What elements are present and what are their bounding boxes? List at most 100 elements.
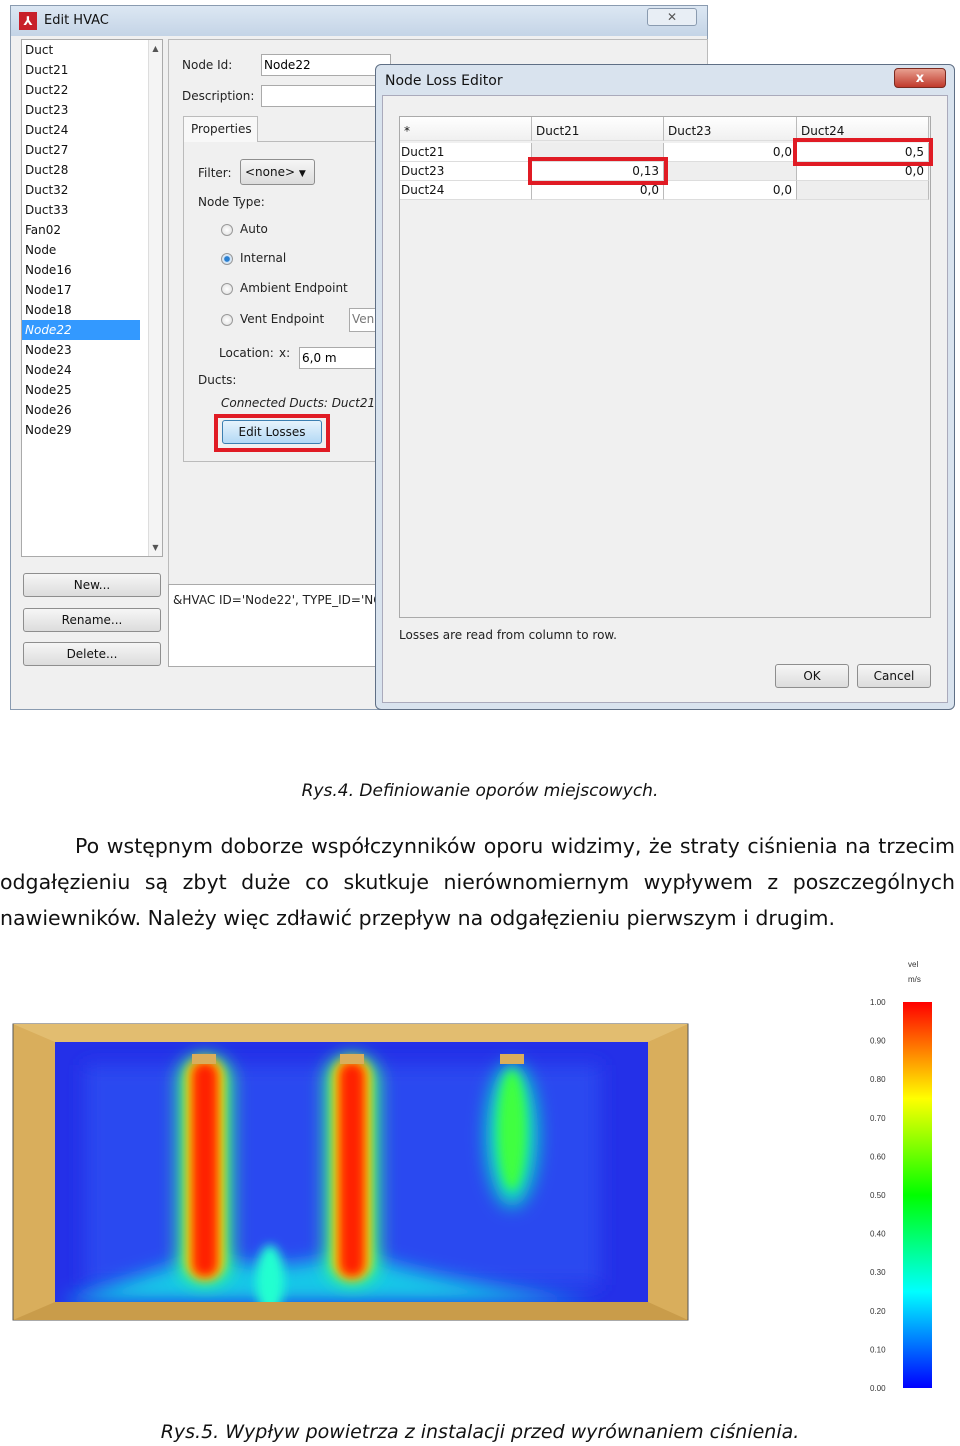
chevron-down-icon: ▼	[298, 169, 306, 179]
row-header: Duct24	[400, 181, 532, 200]
list-item[interactable]: Duct32	[22, 180, 140, 200]
table-cell[interactable]: 0,0	[664, 143, 797, 162]
vent-2	[340, 1054, 364, 1064]
paragraph-text: Po wstępnym doborze współczynników oporu…	[0, 834, 955, 930]
jet-3	[486, 1063, 538, 1207]
list-item[interactable]: Node16	[22, 260, 140, 280]
radio-auto[interactable]	[221, 224, 233, 236]
table-cell-disabled[interactable]	[797, 181, 929, 200]
colorbar-tick-label: 0.40	[870, 1230, 886, 1239]
ok-button[interactable]: OK	[775, 664, 849, 688]
colorbar-tick-label: 0.00	[870, 1384, 886, 1393]
list-item[interactable]: Duct23	[22, 100, 140, 120]
list-item[interactable]: Node29	[22, 420, 140, 440]
list-item[interactable]: Duct28	[22, 160, 140, 180]
location-x-label: x:	[279, 346, 291, 360]
colorbar-tick-label: 1.00	[870, 998, 886, 1007]
node-loss-editor-dialog: Node Loss Editor x * Duct21 Duct23 Duct24 Du…	[375, 64, 955, 710]
list-item[interactable]: Node25	[22, 380, 140, 400]
radio-label: Internal	[240, 251, 287, 265]
title-bar: ⅄ Edit HVAC ✕	[11, 6, 707, 36]
list-item[interactable]: Duct27	[22, 140, 140, 160]
description-label: Description:	[182, 89, 255, 103]
filter-value: <none>	[245, 165, 296, 179]
node-id-label: Node Id:	[182, 58, 233, 72]
close-button[interactable]: ✕	[647, 8, 697, 26]
dialog-body: * Duct21 Duct23 Duct24 Duct21 0,0 0,5 Duct23 0,1…	[382, 95, 948, 703]
note-text: Losses are read from column to row.	[399, 628, 617, 642]
node-id-field[interactable]: Node22	[261, 54, 391, 76]
new-button[interactable]: New...	[23, 573, 161, 597]
colorbar: 1.00 0.90 0.80 0.70 0.60 0.50 0.40 0.30 0.20 0.10…	[870, 998, 932, 1393]
scroll-up-icon[interactable]: ▲	[149, 44, 162, 53]
dialog-title: Node Loss Editor	[385, 73, 503, 89]
list-item[interactable]: Node17	[22, 280, 140, 300]
radio-label: Vent Endpoint	[240, 312, 325, 326]
table-cell[interactable]: 0,0	[664, 181, 797, 200]
rename-button[interactable]: Rename...	[23, 608, 161, 632]
radio-label: Ambient Endpoint	[240, 281, 348, 295]
colorbar-tick-label: 0.80	[870, 1075, 886, 1084]
delete-button[interactable]: Delete...	[23, 642, 161, 666]
list-item[interactable]: Fan02	[22, 220, 140, 240]
list-item[interactable]: Node23	[22, 340, 140, 360]
column-header: Duct21	[532, 117, 664, 141]
window-title: Edit HVAC	[44, 13, 109, 28]
radio-internal[interactable]	[221, 253, 233, 265]
scroll-down-icon[interactable]: ▼	[149, 543, 162, 552]
node-type-label: Node Type:	[198, 195, 265, 209]
ducts-label: Ducts:	[198, 373, 237, 387]
colorbar-tick-label: 0.30	[870, 1268, 886, 1277]
colorbar-unit: m/s	[908, 975, 921, 984]
colorbar-tick-label: 0.50	[870, 1191, 886, 1200]
row-header: Duct23	[400, 162, 532, 181]
list-scrollbar[interactable]: ▲ ▼	[148, 40, 162, 556]
list-item[interactable]: Node	[22, 240, 140, 260]
colorbar-tick-label: 0.70	[870, 1114, 886, 1123]
cancel-button[interactable]: Cancel	[857, 664, 931, 688]
highlight-box	[793, 138, 933, 166]
vent-1	[192, 1054, 216, 1064]
list-item[interactable]: Duct	[22, 40, 140, 60]
tab-properties[interactable]: Properties	[183, 116, 258, 142]
list-item[interactable]: Node18	[22, 300, 140, 320]
list-item[interactable]: Duct24	[22, 120, 140, 140]
figure-caption-4: Rys.4. Definiowanie oporów miejscowych.	[301, 781, 659, 801]
colorbar-tick-label: 0.90	[870, 1037, 886, 1046]
highlight-box	[528, 157, 668, 185]
namelist-text: &HVAC ID='Node22', TYPE_ID='NO	[173, 593, 383, 607]
close-button[interactable]: x	[894, 68, 946, 88]
list-item[interactable]: Node22	[22, 320, 140, 340]
loss-table: * Duct21 Duct23 Duct24 Duct21 0,0 0,5 Duct23 0,1…	[399, 116, 933, 618]
radio-ambient-endpoint[interactable]	[221, 283, 233, 295]
colorbar-gradient	[903, 1002, 932, 1388]
column-header: Duct23	[664, 117, 797, 141]
colorbar-tick-label: 0.20	[870, 1307, 886, 1316]
body-paragraph: Po wstępnym doborze współczynników oporu…	[0, 828, 955, 936]
edit-losses-button[interactable]: Edit Losses	[222, 420, 322, 444]
table-cell-disabled[interactable]	[664, 162, 797, 181]
colorbar-title: vel	[908, 960, 918, 969]
figure-caption-5: Rys.5. Wypływ powietrza z instalacji prz…	[160, 1421, 800, 1443]
header-corner: *	[400, 117, 532, 141]
location-label: Location:	[219, 346, 274, 360]
list-item[interactable]: Node24	[22, 360, 140, 380]
row-header: Duct21	[400, 143, 532, 162]
vent-3	[500, 1054, 524, 1064]
colorbar-tick-label: 0.10	[870, 1345, 886, 1354]
velocity-figure: 1.00 0.90 0.80 0.70 0.60 0.50 0.40 0.30 0.20 0.10…	[12, 960, 932, 1393]
list-item[interactable]: Duct21	[22, 60, 140, 80]
app-logo-icon: ⅄	[19, 12, 37, 30]
jet-2	[325, 1055, 379, 1285]
filter-label: Filter:	[198, 166, 232, 180]
list-item[interactable]: Duct22	[22, 80, 140, 100]
node-list[interactable]: ▲ ▼ Duct Duct21 Duct22 Duct23 Duct24 Duct27 Duc…	[21, 39, 163, 557]
jet-1	[178, 1055, 232, 1285]
list-item[interactable]: Node26	[22, 400, 140, 420]
list-item[interactable]: Duct33	[22, 200, 140, 220]
filter-dropdown[interactable]: <none> ▼	[240, 159, 315, 185]
description-field[interactable]	[261, 85, 391, 107]
connected-ducts: Connected Ducts: Duct21,	[221, 396, 379, 410]
radio-label: Auto	[240, 222, 268, 236]
radio-vent-endpoint[interactable]	[221, 314, 233, 326]
